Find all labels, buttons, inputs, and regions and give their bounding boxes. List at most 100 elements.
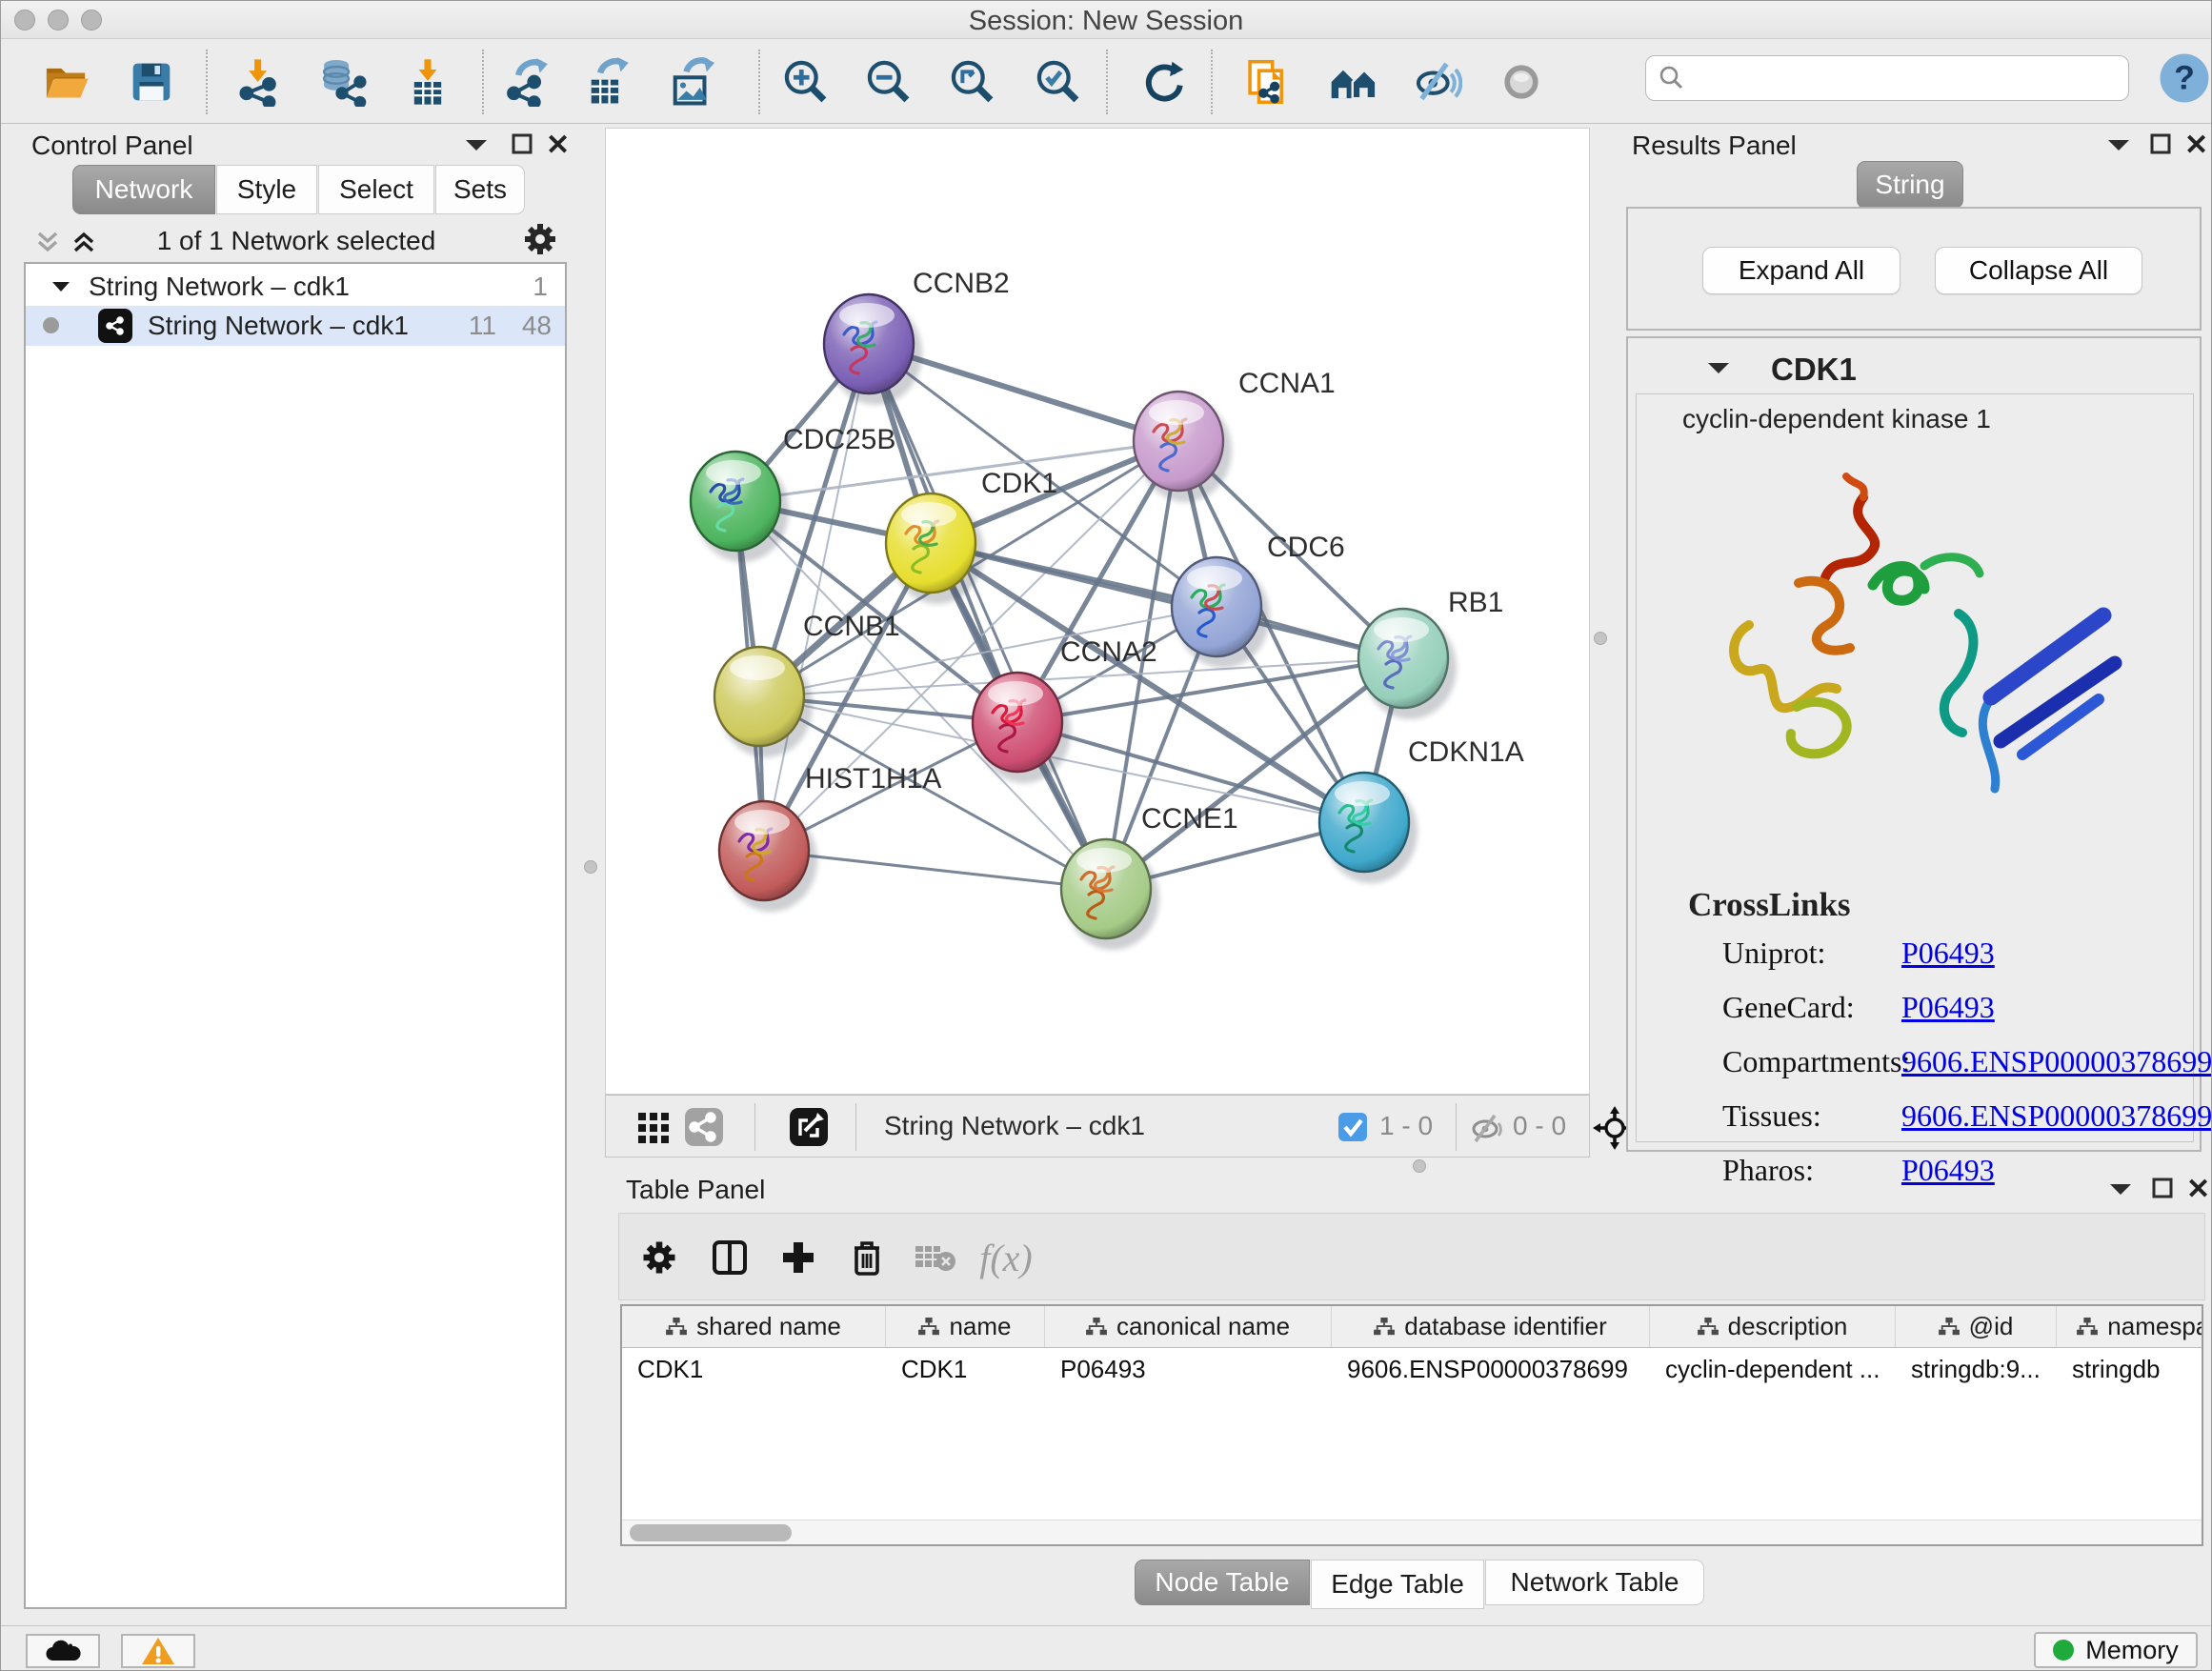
column-header-sharedname[interactable]: shared name <box>622 1306 886 1347</box>
hidden-count: 0 - 0 <box>1513 1111 1566 1141</box>
collapse-all-button[interactable]: Collapse All <box>1935 247 2142 294</box>
tab-edge-table[interactable]: Edge Table <box>1311 1560 1484 1609</box>
network-share-view-icon[interactable] <box>684 1107 724 1147</box>
table-cell[interactable]: CDK1 <box>886 1348 1045 1390</box>
show-hidden-icon[interactable] <box>1493 53 1550 111</box>
node-CDKN1A[interactable] <box>1319 773 1418 883</box>
table-row[interactable]: CDK1CDK1P064939606.ENSP00000378699cyclin… <box>622 1348 2203 1390</box>
column-header-id[interactable]: @id <box>1896 1306 2057 1347</box>
table-cell[interactable]: cyclin-dependent ... <box>1650 1348 1896 1390</box>
crosslink-link[interactable]: P06493 <box>1901 990 1995 1025</box>
tab-network[interactable]: Network <box>72 165 215 214</box>
string-network-graph[interactable]: CCNB2CCNA1CDC25BCDK1CDC6RB1CCNB1CCNA2CDK… <box>606 129 1589 1094</box>
memory-button[interactable]: Memory <box>2034 1632 2198 1668</box>
selected-count: 1 - 0 <box>1379 1111 1433 1141</box>
collection-label: String Network – cdk1 <box>89 272 350 302</box>
crosslink-link[interactable]: 9606.ENSP00000378699 <box>1901 1098 2212 1134</box>
results-panel-minimize-icon[interactable] <box>2108 138 2129 151</box>
crosslink-link[interactable]: 9606.ENSP00000378699 <box>1901 1044 2212 1079</box>
help-icon[interactable]: ? <box>2156 50 2212 107</box>
tab-node-table[interactable]: Node Table <box>1135 1560 1310 1605</box>
save-session-icon[interactable] <box>123 53 180 111</box>
control-panel-close-icon[interactable]: ✕ <box>546 129 570 162</box>
search-field[interactable] <box>1645 55 2129 101</box>
selected-checkbox-icon[interactable] <box>1337 1112 1368 1142</box>
import-network-file-icon[interactable] <box>231 53 289 111</box>
import-table-icon[interactable] <box>399 53 456 111</box>
column-header-name[interactable]: name <box>886 1306 1045 1347</box>
warning-status-button[interactable] <box>121 1634 195 1668</box>
table-cell[interactable]: CDK1 <box>622 1348 886 1390</box>
toolbar-separator <box>1211 50 1213 114</box>
zoom-selected-icon[interactable] <box>1030 53 1087 111</box>
search-input[interactable] <box>1686 64 2086 93</box>
results-panel-float-icon[interactable] <box>2150 132 2171 155</box>
column-header-canonicalname[interactable]: canonical name <box>1045 1306 1332 1347</box>
results-panel-close-icon[interactable]: ✕ <box>2184 129 2208 162</box>
node-CDC25B[interactable] <box>691 452 789 562</box>
node-label-CCNB1: CCNB1 <box>803 611 900 642</box>
left-splitter-handle[interactable] <box>584 860 597 874</box>
zoom-out-icon[interactable] <box>860 53 917 111</box>
table-gear-icon[interactable] <box>629 1227 690 1288</box>
export-network-icon[interactable] <box>501 53 558 111</box>
add-column-icon[interactable] <box>768 1227 829 1288</box>
table-cell[interactable]: stringdb:9... <box>1896 1348 2057 1390</box>
node-CCNA1[interactable] <box>1134 392 1232 502</box>
tab-select[interactable]: Select <box>318 165 434 214</box>
control-panel-float-icon[interactable] <box>512 132 533 155</box>
control-panel-minimize-icon[interactable] <box>466 138 487 151</box>
open-session-icon[interactable] <box>37 53 94 111</box>
import-network-database-icon[interactable] <box>313 53 371 111</box>
tab-sets[interactable]: Sets <box>435 165 525 214</box>
column-header-namespace[interactable]: namespace <box>2057 1306 2203 1347</box>
node-CCNB2[interactable] <box>824 294 922 405</box>
collapse-all-networks-icon[interactable] <box>33 228 62 256</box>
network-row-selected[interactable]: String Network – cdk1 11 48 <box>26 306 565 346</box>
expand-all-button[interactable]: Expand All <box>1702 247 1900 294</box>
node-label-CCNA1: CCNA1 <box>1238 368 1336 399</box>
network-collection-row[interactable]: String Network – cdk1 1 <box>26 270 565 306</box>
right-splitter-handle[interactable] <box>1594 632 1607 645</box>
tab-style[interactable]: Style <box>216 165 317 214</box>
network-view-canvas[interactable]: CCNB2CCNA1CDC25BCDK1CDC6RB1CCNB1CCNA2CDK… <box>605 128 1590 1095</box>
search-icon <box>1658 64 1686 92</box>
collection-expander-icon[interactable] <box>52 281 70 292</box>
delete-column-trash-icon[interactable] <box>836 1227 897 1288</box>
table-panel-float-icon[interactable] <box>2152 1177 2173 1199</box>
gene-expander-icon[interactable] <box>1708 361 1729 374</box>
cloud-status-button[interactable] <box>26 1634 100 1668</box>
node-RB1[interactable] <box>1358 609 1457 719</box>
table-cell[interactable]: 9606.ENSP00000378699 <box>1332 1348 1650 1390</box>
table-horizontal-scrollbar[interactable] <box>622 1520 2202 1544</box>
node-CDK1[interactable] <box>886 493 984 604</box>
tab-string[interactable]: String <box>1857 161 1963 209</box>
table-cell[interactable]: stringdb <box>2057 1348 2203 1390</box>
node-CDC6[interactable] <box>1172 557 1270 668</box>
node-HIST1H1A[interactable] <box>719 801 817 912</box>
horizontal-splitter-handle[interactable] <box>1413 1159 1426 1173</box>
detach-view-icon[interactable] <box>789 1107 829 1147</box>
tab-network-table[interactable]: Network Table <box>1485 1560 1704 1605</box>
show-all-networks-icon[interactable] <box>1325 53 1382 111</box>
crosslink-link[interactable]: P06493 <box>1901 1153 1995 1188</box>
table-cell[interactable]: P06493 <box>1045 1348 1332 1390</box>
expand-all-networks-icon[interactable] <box>70 228 98 256</box>
birds-eye-view-icon[interactable] <box>636 1111 671 1145</box>
show-column-icon[interactable] <box>699 1227 760 1288</box>
scrollbar-thumb[interactable] <box>630 1524 792 1541</box>
clone-network-icon[interactable] <box>1239 53 1297 111</box>
crosslink-link[interactable]: P06493 <box>1901 936 1995 971</box>
table-panel-close-icon[interactable]: ✕ <box>2186 1173 2210 1206</box>
column-header-description[interactable]: description <box>1650 1306 1896 1347</box>
network-options-gear-icon[interactable] <box>521 220 559 258</box>
zoom-fit-icon[interactable] <box>944 53 1001 111</box>
apply-layout-icon[interactable] <box>1135 53 1192 111</box>
node-CCNA2[interactable] <box>973 673 1071 783</box>
hide-selected-icon[interactable] <box>1409 53 1466 111</box>
export-table-icon[interactable] <box>583 53 640 111</box>
zoom-in-icon[interactable] <box>777 53 835 111</box>
table-panel-minimize-icon[interactable] <box>2110 1182 2131 1196</box>
column-header-databaseidentifier[interactable]: database identifier <box>1332 1306 1650 1347</box>
export-image-icon[interactable] <box>667 53 724 111</box>
